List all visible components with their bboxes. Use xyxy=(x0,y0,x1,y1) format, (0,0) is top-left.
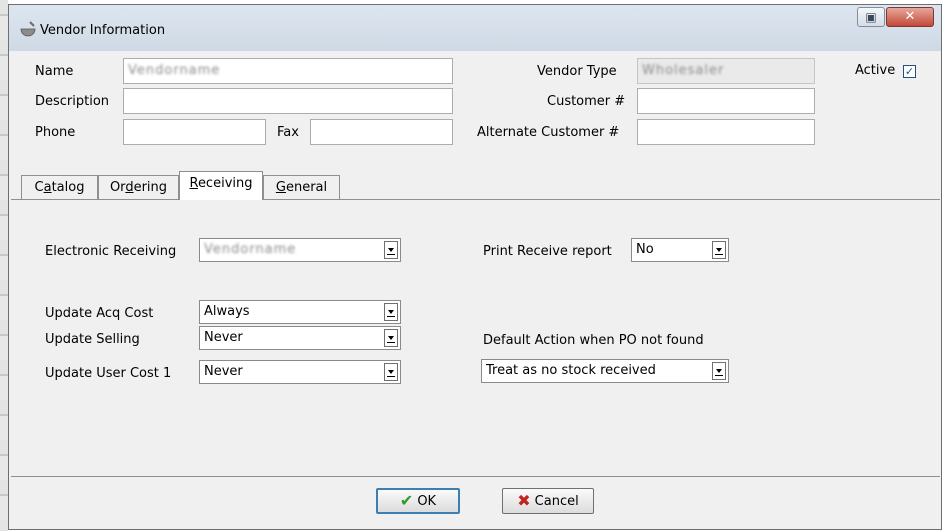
checkmark-icon: ✔ xyxy=(399,491,414,510)
default-action-select[interactable]: Treat as no stock received xyxy=(481,359,729,383)
tab-catalog-label-a: C xyxy=(34,180,44,195)
electronic-receiving-value: Vendorname xyxy=(204,242,297,257)
vendor-information-dialog: Vendor Information ▣ ✕ Name Vendorname D… xyxy=(8,4,942,530)
print-receive-report-value: No xyxy=(636,242,654,257)
alternate-customer-number-input[interactable] xyxy=(637,119,815,145)
update-selling-value: Never xyxy=(204,330,243,345)
fax-label: Fax xyxy=(277,125,299,140)
fax-input[interactable] xyxy=(310,119,453,145)
tab-ordering-label-a: Or xyxy=(109,180,126,195)
tab-catalog-label-c: talog xyxy=(51,180,85,195)
cancel-button[interactable]: ✖ Cancel xyxy=(502,488,594,514)
vendor-type-label: Vendor Type xyxy=(537,64,617,79)
chevron-down-icon[interactable] xyxy=(712,362,726,380)
tab-receiving-label-b: R xyxy=(189,176,198,191)
vendor-type-value: Wholesaler xyxy=(642,63,725,78)
update-selling-label: Update Selling xyxy=(45,332,140,347)
default-action-value: Treat as no stock received xyxy=(486,363,656,378)
x-icon: ✖ xyxy=(517,491,531,510)
tab-ordering-label-c: ering xyxy=(133,180,168,195)
chevron-down-icon[interactable] xyxy=(712,241,726,259)
phone-input[interactable] xyxy=(123,119,266,145)
electronic-receiving-select[interactable]: Vendorname xyxy=(199,238,401,262)
tab-general-label-b: G xyxy=(275,180,286,195)
update-acq-cost-value: Always xyxy=(204,304,250,319)
chevron-down-icon[interactable] xyxy=(384,363,398,381)
description-label: Description xyxy=(35,94,110,109)
customer-number-label: Customer # xyxy=(547,94,626,109)
update-acq-cost-select[interactable]: Always xyxy=(199,300,401,324)
window-title: Vendor Information xyxy=(40,23,166,38)
restore-button[interactable]: ▣ xyxy=(857,7,885,27)
ok-button[interactable]: ✔ OK xyxy=(376,488,460,514)
description-input[interactable] xyxy=(123,88,453,114)
update-user-cost-1-label: Update User Cost 1 xyxy=(45,366,172,381)
background-window-edge xyxy=(0,0,8,531)
active-label: Active xyxy=(855,63,896,78)
customer-number-input[interactable] xyxy=(637,88,815,114)
tab-catalog-label-b: a xyxy=(43,180,52,195)
receiving-tab-panel: Electronic Receiving Vendorname Print Re… xyxy=(11,199,940,477)
tab-ordering[interactable]: Ordering xyxy=(98,175,179,199)
update-user-cost-1-select[interactable]: Never xyxy=(199,360,401,384)
tab-receiving[interactable]: Receiving xyxy=(179,171,263,200)
close-button[interactable]: ✕ xyxy=(886,7,934,27)
tab-catalog[interactable]: Catalog xyxy=(21,175,98,199)
tab-ordering-label-b: d xyxy=(125,180,134,195)
chevron-down-icon[interactable] xyxy=(384,329,398,347)
name-input[interactable]: Vendorname xyxy=(123,58,453,84)
print-receive-report-select[interactable]: No xyxy=(631,238,729,262)
chevron-down-icon[interactable] xyxy=(384,303,398,321)
default-action-label: Default Action when PO not found xyxy=(483,333,704,348)
chevron-down-icon[interactable] xyxy=(384,241,398,259)
tab-general-label-c: eneral xyxy=(285,180,328,195)
tab-general[interactable]: General xyxy=(263,175,340,199)
electronic-receiving-label: Electronic Receiving xyxy=(45,244,177,259)
close-icon: ✕ xyxy=(904,9,916,24)
name-value: Vendorname xyxy=(128,63,221,78)
active-checkbox[interactable]: ✓ xyxy=(903,65,916,78)
name-label: Name xyxy=(35,64,74,79)
restore-icon: ▣ xyxy=(865,10,877,24)
tab-receiving-label-c: eceiving xyxy=(197,176,253,191)
update-user-cost-1-value: Never xyxy=(204,364,243,379)
alternate-customer-number-label: Alternate Customer # xyxy=(477,125,620,140)
title-bar: Vendor Information ▣ ✕ xyxy=(9,5,941,51)
phone-label: Phone xyxy=(35,125,76,140)
update-selling-select[interactable]: Never xyxy=(199,326,401,350)
print-receive-report-label: Print Receive report xyxy=(483,244,612,259)
vendor-type-field: Wholesaler xyxy=(637,58,815,84)
update-acq-cost-label: Update Acq Cost xyxy=(45,306,154,321)
cancel-label: Cancel xyxy=(534,494,579,509)
ok-label: OK xyxy=(417,494,437,509)
mortar-pestle-icon xyxy=(20,21,36,37)
